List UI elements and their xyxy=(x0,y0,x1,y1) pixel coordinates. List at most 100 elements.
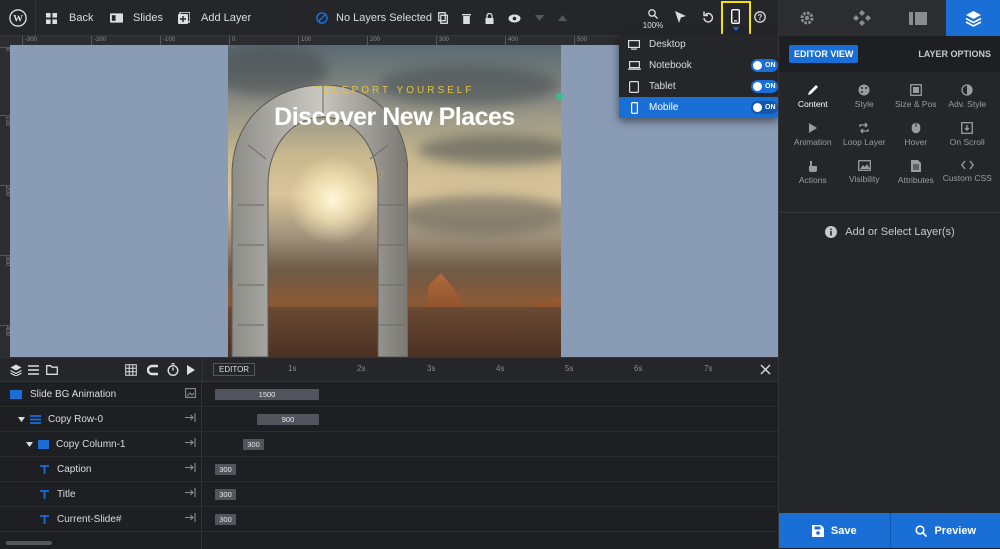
preview-button[interactable]: Preview xyxy=(890,513,1000,548)
mobile-toggle[interactable]: ON xyxy=(751,101,778,114)
guide-handle[interactable] xyxy=(556,93,563,100)
device-option-tablet[interactable]: Tablet ON xyxy=(619,76,778,97)
add-layer-label: Add Layer xyxy=(201,12,251,24)
undo-icon[interactable] xyxy=(702,11,714,23)
layer-name: Current-Slide# xyxy=(57,514,121,525)
layer-row-copy-column[interactable]: Copy Column-1 xyxy=(0,432,202,457)
timing-bar[interactable]: 300 xyxy=(215,514,236,525)
eye-icon[interactable] xyxy=(508,14,521,23)
tick-label: 1s xyxy=(288,364,296,373)
tick-label: 7s xyxy=(704,364,712,373)
svg-text:?: ? xyxy=(758,13,763,22)
move-up-icon[interactable] xyxy=(558,15,567,21)
layer-tree: Slide BG Animation Copy Row-0 Copy Colum… xyxy=(0,382,202,549)
magnet-icon[interactable] xyxy=(147,364,159,376)
caption-layer[interactable]: TELEPORT YOURSELF xyxy=(228,85,561,96)
trash-icon[interactable] xyxy=(462,13,471,24)
editor-view-button[interactable]: EDITOR VIEW xyxy=(789,45,858,63)
timing-bar[interactable]: 300 xyxy=(243,439,264,450)
layer-row-title[interactable]: Title xyxy=(0,482,202,507)
text-layer-icon xyxy=(40,465,49,474)
duplicate-icon[interactable] xyxy=(438,12,448,24)
device-option-mobile[interactable]: Mobile ON xyxy=(619,97,778,118)
help-icon[interactable]: ? xyxy=(754,11,766,23)
stopwatch-icon[interactable] xyxy=(167,363,179,376)
pencil-icon xyxy=(807,84,819,96)
play-icon xyxy=(808,122,818,134)
option-size-pos[interactable]: Size & Pos xyxy=(890,84,942,112)
option-adv-style[interactable]: Adv. Style xyxy=(942,84,994,112)
device-option-notebook[interactable]: Notebook ON xyxy=(619,55,778,76)
timeline-scrollbar[interactable] xyxy=(6,541,52,545)
lock-icon[interactable] xyxy=(485,13,494,24)
align-end-icon[interactable] xyxy=(185,413,196,422)
cursor-icon[interactable] xyxy=(675,11,686,23)
layer-name: Caption xyxy=(57,464,91,475)
option-animation[interactable]: Animation xyxy=(787,122,839,150)
palette-icon xyxy=(858,84,870,96)
no-selection-icon xyxy=(316,12,328,24)
tab-slides[interactable] xyxy=(890,0,946,36)
device-option-desktop[interactable]: Desktop xyxy=(619,34,778,55)
add-layer-button[interactable]: Add Layer xyxy=(178,0,251,36)
option-actions[interactable]: Actions xyxy=(787,160,839,188)
save-button[interactable]: Save xyxy=(779,513,890,548)
layer-name: Title xyxy=(57,489,76,500)
play-timeline-icon[interactable] xyxy=(187,365,195,375)
list-icon[interactable] xyxy=(28,365,39,375)
option-loop-layer[interactable]: Loop Layer xyxy=(839,122,891,150)
info-icon xyxy=(825,226,837,238)
slide-preview[interactable]: TELEPORT YOURSELF Discover New Places OO xyxy=(228,45,561,357)
image-action-icon[interactable] xyxy=(185,388,196,398)
device-label: Notebook xyxy=(649,60,692,71)
close-icon[interactable] xyxy=(760,364,771,375)
notebook-toggle[interactable]: ON xyxy=(751,59,778,72)
current-slide-layer[interactable]: OO xyxy=(368,169,386,179)
back-button[interactable]: Back xyxy=(46,0,93,36)
grid-snap-icon[interactable] xyxy=(125,364,137,376)
align-end-icon[interactable] xyxy=(185,463,196,472)
mobile-icon xyxy=(631,102,638,114)
layer-row-caption[interactable]: Caption xyxy=(0,457,202,482)
title-layer[interactable]: Discover New Places xyxy=(228,103,561,132)
option-attributes[interactable]: Attributes xyxy=(890,160,942,188)
timing-bar[interactable]: 1500 xyxy=(215,389,319,400)
layers-toggle-icon[interactable] xyxy=(10,364,22,376)
expand-caret-icon[interactable] xyxy=(26,442,33,447)
device-label: Tablet xyxy=(649,81,676,92)
tab-settings[interactable] xyxy=(779,0,835,36)
wordpress-logo-icon[interactable]: W xyxy=(0,0,36,36)
tab-navigation[interactable] xyxy=(835,0,891,36)
tablet-toggle[interactable]: ON xyxy=(751,80,778,93)
option-visibility[interactable]: Visibility xyxy=(839,160,891,188)
align-end-icon[interactable] xyxy=(185,438,196,447)
back-label: Back xyxy=(69,12,93,24)
slides-button[interactable]: Slides xyxy=(110,0,163,36)
align-end-icon[interactable] xyxy=(185,513,196,522)
align-end-icon[interactable] xyxy=(185,488,196,497)
option-on-scroll[interactable]: On Scroll xyxy=(942,122,994,150)
option-style[interactable]: Style xyxy=(839,84,891,112)
tablet-icon xyxy=(629,81,639,93)
option-content[interactable]: Content xyxy=(787,84,839,112)
layer-name: Copy Column-1 xyxy=(56,439,125,450)
zoom-control[interactable]: 100% xyxy=(641,9,665,30)
timing-bar[interactable]: 300 xyxy=(215,489,236,500)
layer-row-slide-bg[interactable]: Slide BG Animation xyxy=(0,382,202,407)
option-hover[interactable]: Hover xyxy=(890,122,942,150)
grid-icon xyxy=(46,13,57,24)
contrast-icon xyxy=(961,84,973,96)
tab-layers[interactable] xyxy=(946,0,1000,36)
layer-row-copy-row[interactable]: Copy Row-0 xyxy=(0,407,202,432)
pointer-icon xyxy=(807,160,818,172)
expand-caret-icon[interactable] xyxy=(18,417,25,422)
timing-bar[interactable]: 300 xyxy=(215,464,236,475)
layer-options-button[interactable]: LAYER OPTIONS xyxy=(918,49,991,59)
editor-marker[interactable]: EDITOR xyxy=(213,363,255,376)
timing-bar[interactable]: 900 xyxy=(257,414,319,425)
column-icon xyxy=(38,440,49,449)
option-custom-css[interactable]: Custom CSS xyxy=(942,160,994,188)
layer-row-current-slide[interactable]: Current-Slide# xyxy=(0,507,202,532)
move-down-icon[interactable] xyxy=(535,15,544,21)
folder-icon[interactable] xyxy=(46,365,58,375)
